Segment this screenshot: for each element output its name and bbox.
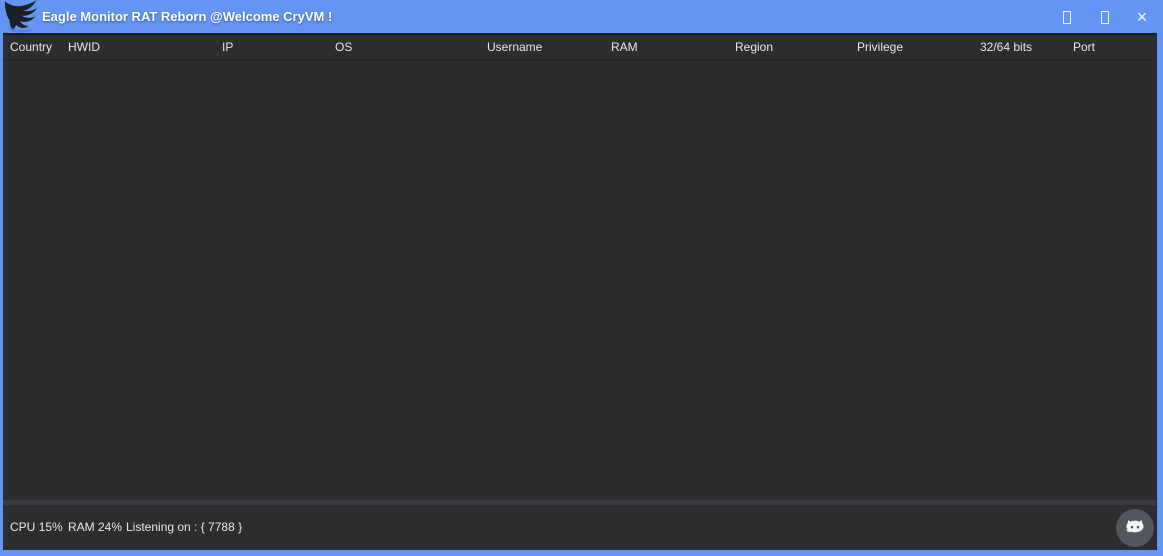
- github-octocat-icon: [1122, 515, 1148, 541]
- eagle-logo-icon: [2, 0, 40, 33]
- window-border-bottom: [0, 550, 1163, 556]
- ram-usage-label: RAM 24%: [68, 505, 122, 550]
- title-bar: Eagle Monitor RAT Reborn @Welcome CryVM …: [0, 0, 1163, 33]
- status-bar: CPU 15% RAM 24% Listening on : { 7788 }: [3, 505, 1157, 550]
- column-header-bits[interactable]: 32/64 bits: [980, 35, 1032, 59]
- table-header: Country HWID IP OS Username RAM Region P…: [0, 35, 1157, 59]
- column-header-privilege[interactable]: Privilege: [857, 35, 903, 59]
- column-header-ram[interactable]: RAM: [611, 35, 638, 59]
- window-border-right: [1157, 33, 1163, 556]
- column-header-country[interactable]: Country: [10, 35, 52, 59]
- minimize-icon: [1063, 11, 1071, 24]
- window-border-left: [0, 33, 3, 556]
- maximize-button[interactable]: [1094, 7, 1116, 27]
- cpu-usage-label: CPU 15%: [10, 505, 63, 550]
- maximize-icon: [1101, 11, 1109, 24]
- column-header-port[interactable]: Port: [1073, 35, 1095, 59]
- listening-port-label: Listening on : { 7788 }: [126, 505, 242, 550]
- close-icon: ×: [1137, 7, 1148, 27]
- column-header-os[interactable]: OS: [335, 35, 352, 59]
- minimize-button[interactable]: [1056, 7, 1078, 27]
- client-list-empty-area: [3, 60, 1157, 500]
- github-button[interactable]: [1116, 509, 1154, 547]
- column-header-username[interactable]: Username: [487, 35, 542, 59]
- column-header-hwid[interactable]: HWID: [68, 35, 100, 59]
- column-header-region[interactable]: Region: [735, 35, 773, 59]
- window-title: Eagle Monitor RAT Reborn @Welcome CryVM …: [42, 0, 332, 33]
- column-header-ip[interactable]: IP: [222, 35, 233, 59]
- app-window: Eagle Monitor RAT Reborn @Welcome CryVM …: [0, 0, 1163, 556]
- close-button[interactable]: ×: [1131, 7, 1153, 27]
